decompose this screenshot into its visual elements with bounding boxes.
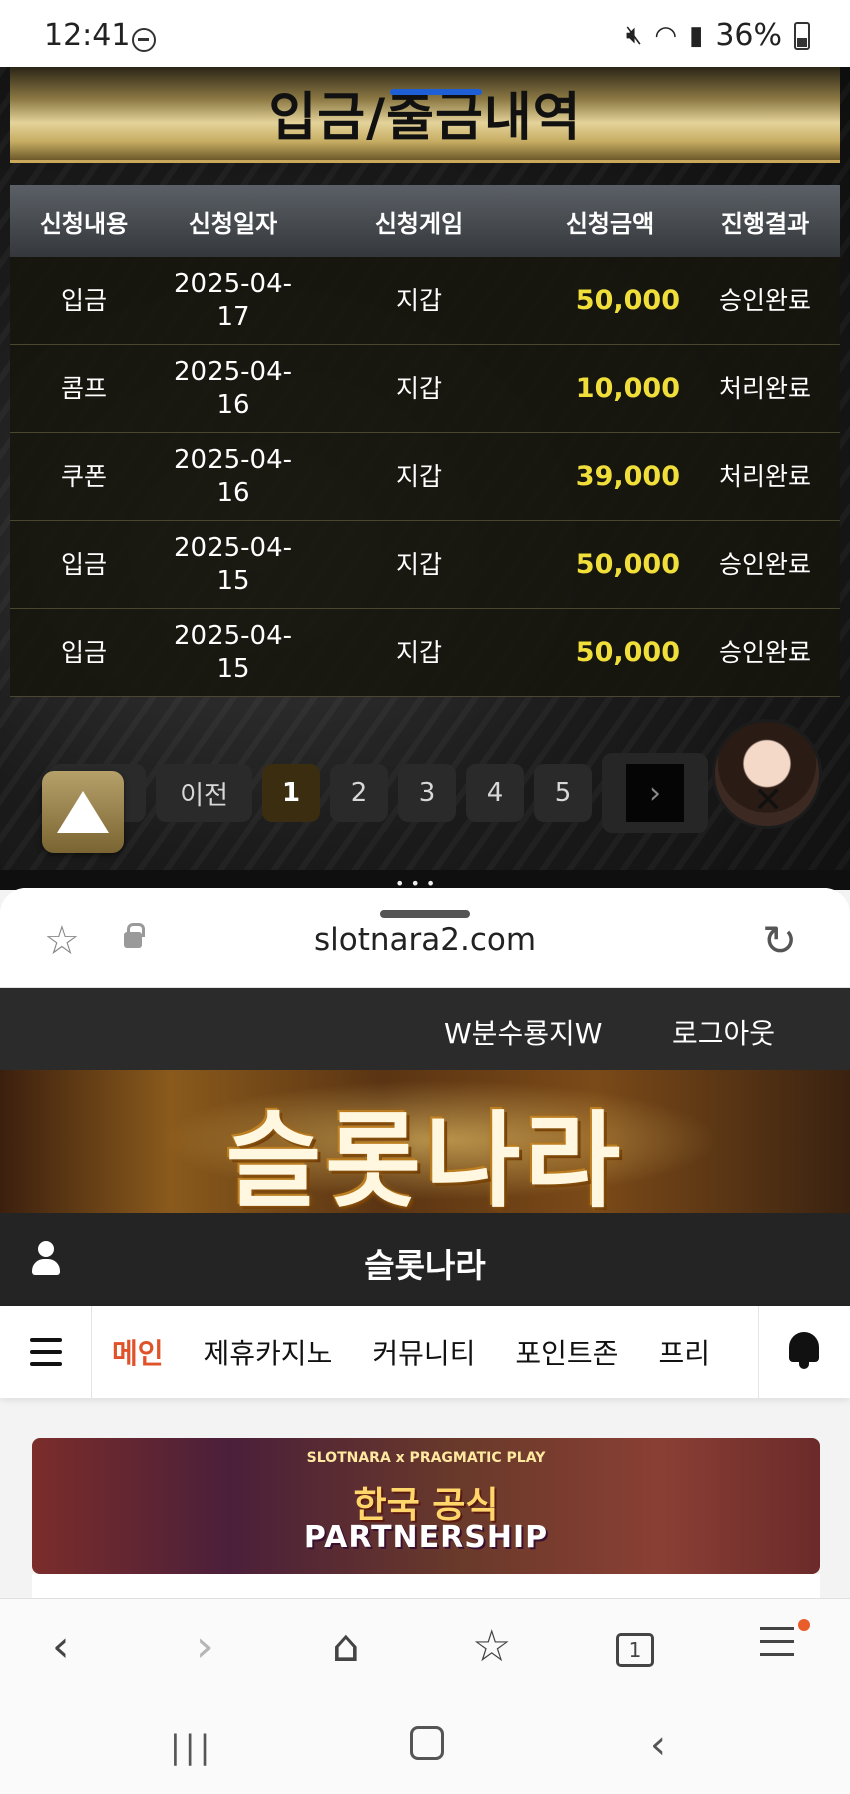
cell-result: 처리완료 (718, 461, 811, 491)
recent-apps-icon[interactable]: ||| (170, 1728, 214, 1766)
promo-brand: SLOTNARA x PRAGMATIC PLAY (306, 1450, 546, 1466)
history-title: 입금/출금내역 (268, 88, 582, 148)
pagination: 처음 이전 1 2 3 4 5 › (50, 753, 708, 833)
promo-english-text: PARTNERSHIP (303, 1520, 549, 1555)
system-back-icon[interactable]: ‹ (650, 1722, 666, 1768)
cell-date: 2025-04-15 (173, 621, 292, 684)
url-bar: ☆ slotnara2.com ↻ (0, 888, 850, 988)
mute-icon: 🔇︎ (625, 20, 643, 50)
cell-amount: 39,000 (575, 460, 680, 492)
upper-window: 입금/출금내역 신청내용 신청일자 신청게임 신청금액 진행결과 입금 2025… (0, 67, 850, 870)
cell-type: 입금 (60, 285, 107, 315)
site-nav: 메인 제휴카지노 커뮤니티 포인트존 프리 (0, 1306, 850, 1398)
reload-icon[interactable]: ↻ (762, 916, 797, 965)
status-right: 🔇︎ ◠ ▮ 36% (626, 18, 810, 53)
nav-item-community[interactable]: 커뮤니티 (372, 1332, 475, 1372)
cell-game: 지갑 (395, 637, 442, 667)
tabs-icon[interactable]: 1 (616, 1633, 654, 1667)
status-time: 12:41 (44, 18, 131, 53)
nav-items: 메인 제휴카지노 커뮤니티 포인트존 프리 (112, 1306, 760, 1398)
cell-game: 지갑 (395, 285, 442, 315)
table-header: 신청내용 신청일자 신청게임 신청금액 진행결과 (10, 185, 840, 257)
cell-game: 지갑 (395, 373, 442, 403)
cell-type: 입금 (60, 637, 107, 667)
cell-type: 콤프 (60, 373, 107, 403)
table-row: 쿠폰 2025-04-16 지갑 39,000 처리완료 (10, 433, 840, 521)
cell-type: 입금 (60, 549, 107, 579)
signal-icon: ▮ (689, 20, 704, 51)
cell-date: 2025-04-15 (173, 533, 292, 596)
site-top-bar: W분수룡지W 로그아웃 (0, 988, 850, 1070)
nav-item-more[interactable]: 프리 (658, 1332, 710, 1372)
scroll-top-button[interactable] (42, 771, 124, 853)
table-row: 콤프 2025-04-16 지갑 10,000 처리완료 (10, 345, 840, 433)
history-table: 신청내용 신청일자 신청게임 신청금액 진행결과 입금 2025-04-17 지… (10, 185, 840, 697)
page-button-5[interactable]: 5 (534, 764, 592, 822)
history-title-banner: 입금/출금내역 (10, 67, 840, 163)
browser-menu-icon[interactable] (760, 1627, 794, 1666)
cell-amount: 50,000 (575, 284, 680, 316)
username[interactable]: W분수룡지W (444, 1012, 602, 1052)
android-nav-bar: ||| ‹ (0, 1698, 850, 1794)
table-row: 입금 2025-04-15 지갑 50,000 승인완료 (10, 521, 840, 609)
cell-game: 지갑 (395, 549, 442, 579)
home-button-icon[interactable] (410, 1726, 444, 1760)
browser-toolbar: ‹ › ⌂ ☆ 1 (0, 1598, 850, 1698)
column-header: 진행결과 (720, 209, 810, 238)
cell-result: 승인완료 (718, 285, 811, 315)
notification-button[interactable] (758, 1306, 850, 1398)
dnd-icon (132, 28, 156, 52)
table-row: 입금 2025-04-15 지갑 50,000 승인완료 (10, 609, 840, 697)
next-page-button[interactable]: › (626, 764, 684, 822)
title-annotation-mark (390, 89, 482, 95)
nav-item-partner-casino[interactable]: 제휴카지노 (204, 1332, 333, 1372)
cell-date: 2025-04-17 (173, 269, 292, 332)
bookmarks-icon[interactable]: ☆ (472, 1621, 511, 1672)
support-avatar[interactable] (712, 719, 822, 829)
back-icon[interactable]: ‹ (52, 1621, 70, 1672)
cell-type: 쿠폰 (60, 461, 107, 491)
hero-banner[interactable]: 슬롯나라 (0, 1070, 850, 1213)
content-card (32, 1574, 820, 1598)
site-title: 슬롯나라 (364, 1246, 486, 1285)
partnership-banner[interactable]: SLOTNARA x PRAGMATIC PLAY 한국 공식 PARTNERS… (32, 1438, 820, 1574)
page-button-4[interactable]: 4 (466, 764, 524, 822)
cell-result: 승인완료 (718, 637, 811, 667)
url-text[interactable]: slotnara2.com (0, 922, 850, 958)
status-bar: 12:41 🔇︎ ◠ ▮ 36% (0, 0, 850, 67)
battery-percent: 36% (715, 18, 782, 53)
table-row: 입금 2025-04-17 지갑 50,000 승인완료 (10, 257, 840, 345)
menu-notification-dot (798, 1619, 810, 1631)
home-icon[interactable]: ⌂ (332, 1621, 360, 1672)
battery-icon (794, 21, 810, 50)
cell-date: 2025-04-16 (173, 357, 292, 420)
nav-item-main[interactable]: 메인 (112, 1332, 164, 1372)
nav-item-point-zone[interactable]: 포인트존 (515, 1332, 618, 1372)
hamburger-menu-icon[interactable] (0, 1306, 92, 1398)
cell-amount: 50,000 (575, 636, 680, 668)
bell-icon (789, 1332, 819, 1369)
page-button-1[interactable]: 1 (262, 764, 320, 822)
cell-amount: 50,000 (575, 548, 680, 580)
forward-icon[interactable]: › (196, 1621, 214, 1672)
cell-date: 2025-04-16 (173, 445, 292, 508)
page-button-3[interactable]: 3 (398, 764, 456, 822)
site-subheader: 슬롯나라 (0, 1213, 850, 1306)
cell-result: 승인완료 (718, 549, 811, 579)
column-header: 신청게임 (374, 209, 464, 238)
cell-game: 지갑 (395, 461, 442, 491)
column-header: 신청일자 (188, 209, 278, 238)
hero-logo-text: 슬롯나라 (225, 1100, 625, 1213)
lower-window: ☆ slotnara2.com ↻ W분수룡지W 로그아웃 슬롯나라 슬롯나라 … (0, 888, 850, 1598)
column-header: 신청내용 (39, 209, 129, 238)
drag-handle[interactable] (380, 910, 470, 918)
cell-result: 처리완료 (718, 373, 811, 403)
prev-page-button[interactable]: 이전 (156, 764, 252, 822)
page-button-2[interactable]: 2 (330, 764, 388, 822)
next-page-container: › (602, 753, 708, 833)
wifi-icon: ◠ (654, 20, 677, 51)
column-header: 신청금액 (565, 209, 655, 238)
logout-button[interactable]: 로그아웃 (672, 1012, 775, 1052)
cell-amount: 10,000 (575, 372, 680, 404)
